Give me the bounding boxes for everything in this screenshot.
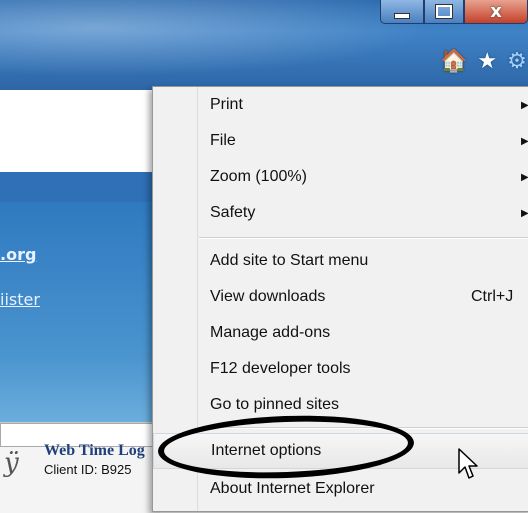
- minimize-button[interactable]: [380, 0, 424, 24]
- menu-item-label: Safety: [210, 204, 256, 221]
- home-icon[interactable]: 🏠: [440, 48, 467, 76]
- submenu-arrow-icon: ▶: [521, 207, 528, 219]
- page-link-org[interactable]: .org: [0, 245, 36, 264]
- menu-item-safety[interactable]: Safety ▶: [153, 195, 528, 231]
- submenu-arrow-icon: ▶: [521, 99, 528, 111]
- menu-item-label: F12 developer tools: [210, 360, 351, 377]
- page-link-register[interactable]: iister: [0, 290, 40, 309]
- submenu-arrow-icon: ▶: [521, 135, 528, 147]
- close-button[interactable]: x: [464, 0, 528, 24]
- minimize-icon: [394, 12, 410, 19]
- menu-item-label: View downloads: [210, 288, 326, 305]
- web-time-log-logo-icon: ÿ: [4, 448, 19, 478]
- menu-item-add-site-to-start[interactable]: Add site to Start menu: [153, 243, 528, 279]
- window-controls: x: [380, 0, 528, 26]
- menu-item-file[interactable]: File ▶: [153, 123, 528, 159]
- client-id-label: Client ID: B925: [44, 462, 132, 477]
- menu-item-label: Add site to Start menu: [210, 252, 369, 269]
- menu-item-label: Zoom (100%): [210, 168, 307, 185]
- menu-item-label: About Internet Explorer: [210, 480, 375, 497]
- menu-item-zoom[interactable]: Zoom (100%) ▶: [153, 159, 528, 195]
- menu-item-label: Manage add-ons: [210, 324, 331, 341]
- menu-item-shortcut: Ctrl+J: [471, 288, 514, 305]
- close-icon: x: [490, 1, 502, 22]
- menu-item-manage-add-ons[interactable]: Manage add-ons: [153, 315, 528, 351]
- menu-item-view-downloads[interactable]: View downloads Ctrl+J: [153, 279, 528, 315]
- maximize-icon: [435, 4, 453, 19]
- menu-separator: [199, 237, 528, 239]
- maximize-button[interactable]: [424, 0, 464, 24]
- menu-item-label: Print: [210, 96, 243, 113]
- command-toolbar: 🏠 ★ ⚙: [440, 48, 528, 76]
- web-time-log-title: Web Time Log: [44, 442, 145, 459]
- page-blue-panel: [0, 202, 160, 422]
- menu-item-print[interactable]: Print ▶: [153, 87, 528, 123]
- menu-item-f12-developer-tools[interactable]: F12 developer tools: [153, 351, 528, 387]
- menu-item-label: Go to pinned sites: [210, 396, 339, 413]
- page-header-band: [0, 172, 160, 202]
- mouse-cursor-icon: [458, 448, 478, 479]
- menu-item-label: File: [210, 132, 236, 149]
- submenu-arrow-icon: ▶: [521, 171, 528, 183]
- gear-icon[interactable]: ⚙: [507, 48, 527, 76]
- star-icon[interactable]: ★: [477, 48, 497, 76]
